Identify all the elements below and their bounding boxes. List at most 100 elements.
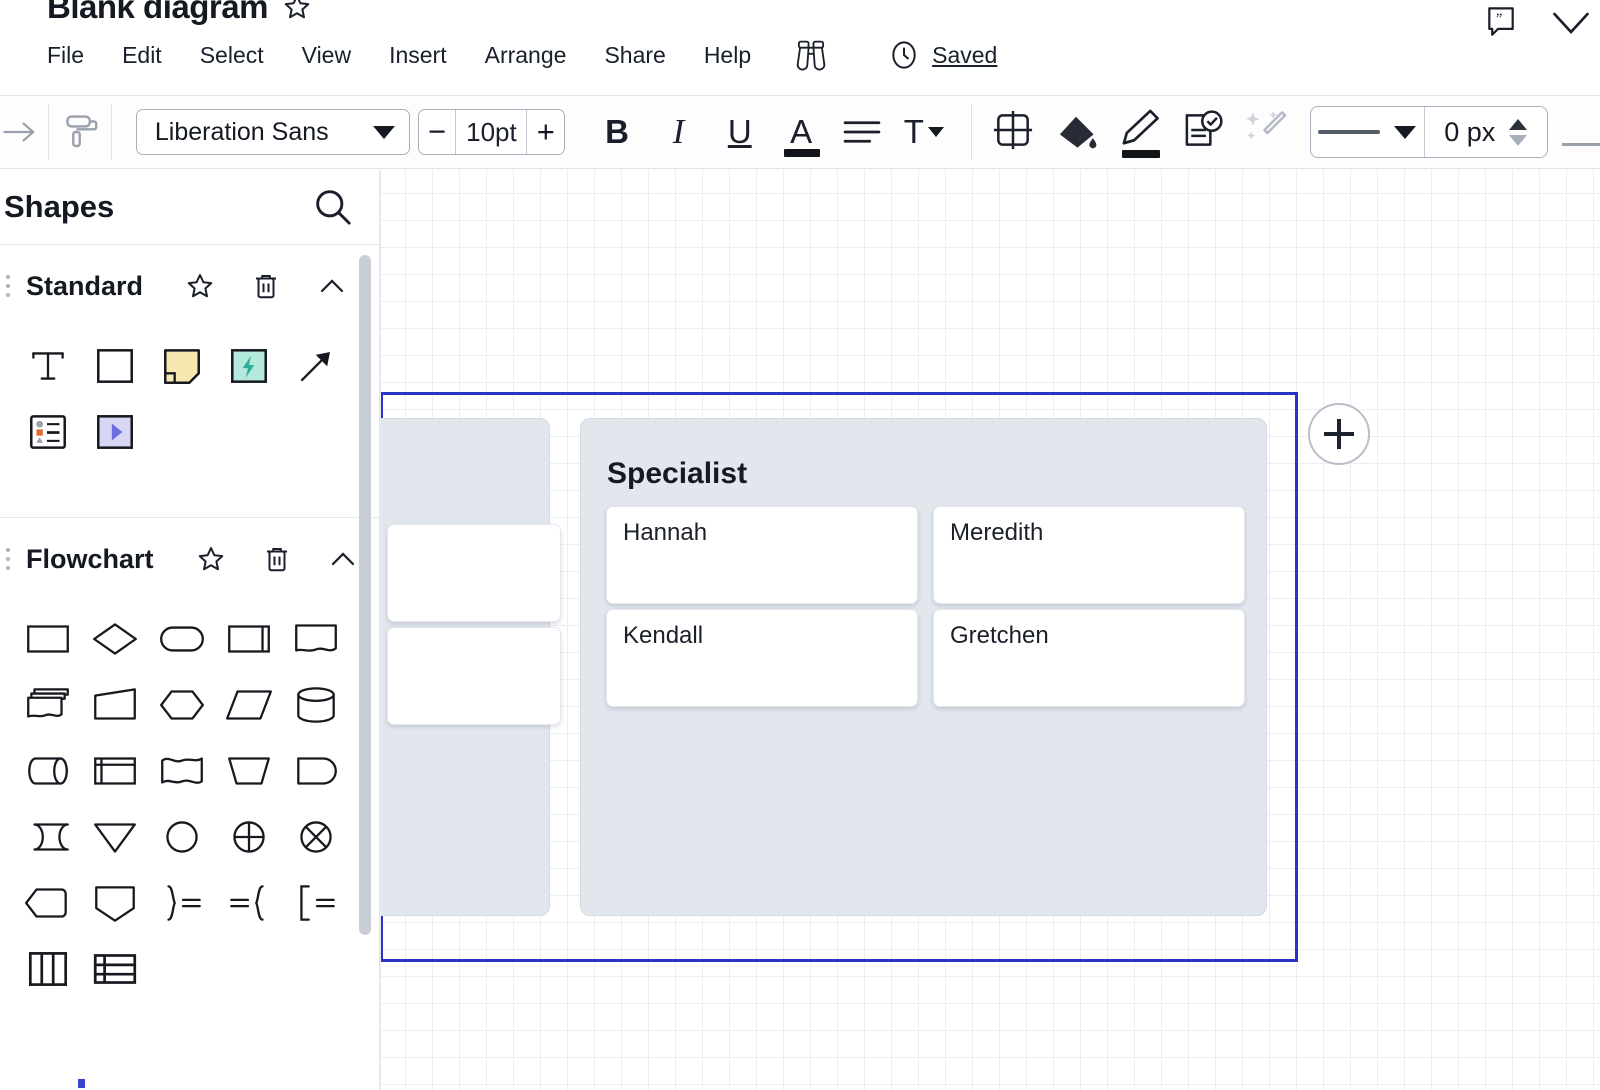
shape-process-rectangle[interactable]	[14, 606, 81, 672]
trash-icon[interactable]	[262, 544, 292, 574]
shape-lightning-card-shape[interactable]	[215, 333, 282, 399]
shape-display-shape[interactable]	[282, 738, 349, 804]
font-family-value: Liberation Sans	[154, 117, 329, 146]
text-options-button[interactable]: T	[893, 104, 954, 160]
card[interactable]: Meredith	[933, 506, 1245, 604]
menu-item-insert[interactable]: Insert	[370, 42, 466, 69]
menu-item-help[interactable]: Help	[685, 42, 770, 69]
shape-manual-operation-trapezoid[interactable]	[215, 738, 282, 804]
shape-rectangle-shape[interactable]	[81, 333, 148, 399]
card[interactable]: Kendall	[606, 609, 918, 707]
section-header-standard[interactable]: Standard	[0, 245, 379, 327]
add-container-button[interactable]	[1308, 403, 1370, 465]
text-color-label: A	[790, 113, 813, 150]
star-outline-icon[interactable]	[196, 544, 226, 574]
comment-quote-icon[interactable]: ”	[1482, 4, 1520, 42]
top-right-controls: ”	[1482, 4, 1600, 42]
panel-scrollbar-thumb[interactable]	[359, 255, 371, 935]
group-container-left[interactable]	[380, 418, 561, 916]
card[interactable]: Gretchen	[933, 609, 1245, 707]
shape-summing-junction[interactable]	[215, 804, 282, 870]
trash-icon[interactable]	[251, 271, 281, 301]
menu-item-select[interactable]: Select	[181, 42, 283, 69]
shape-right-brace-shape[interactable]	[148, 870, 215, 936]
chevron-up-icon[interactable]	[317, 271, 347, 301]
bold-button[interactable]: B	[586, 104, 647, 160]
menu-item-file[interactable]: File	[47, 42, 103, 69]
triangle-up-icon[interactable]	[1509, 118, 1528, 130]
toolbar-divider	[110, 104, 112, 160]
menu-item-edit[interactable]: Edit	[103, 42, 181, 69]
font-size-increase-button[interactable]: +	[527, 110, 564, 154]
shape-extract-pentagon[interactable]	[81, 870, 148, 936]
card[interactable]: Hannah	[606, 506, 918, 604]
group-container-specialist[interactable]: Specialist Hannah Meredith Kendall Gretc…	[580, 418, 1267, 916]
shape-predefined-process[interactable]	[215, 606, 282, 672]
shape-internal-storage[interactable]	[81, 738, 148, 804]
shape-play-card-shape[interactable]	[81, 399, 148, 465]
shape-terminator-rounded[interactable]	[148, 606, 215, 672]
shape-stored-data-shape[interactable]	[14, 804, 81, 870]
shape-text-shape[interactable]	[14, 333, 81, 399]
line-style-select[interactable]	[1311, 107, 1424, 157]
chevron-up-icon[interactable]	[328, 544, 358, 574]
card[interactable]	[387, 627, 561, 725]
section-header-flowchart[interactable]: Flowchart	[0, 518, 379, 600]
shape-or-circle[interactable]	[282, 804, 349, 870]
search-icon[interactable]	[312, 186, 354, 228]
shape-data-parallelogram[interactable]	[215, 672, 282, 738]
text-color-button[interactable]: A	[770, 104, 831, 160]
paint-roller-icon[interactable]	[59, 111, 101, 153]
menu-item-view[interactable]: View	[283, 42, 370, 69]
shape-arrow-line-shape[interactable]	[282, 333, 349, 399]
line-color-button[interactable]	[1108, 103, 1171, 161]
shape-manual-input-shape[interactable]	[81, 672, 148, 738]
shape-left-bracket-shape[interactable]	[282, 870, 349, 936]
font-family-select[interactable]: Liberation Sans	[135, 109, 410, 155]
shape-direct-access-storage[interactable]	[14, 738, 81, 804]
note-check-icon	[1181, 108, 1225, 157]
chevron-down-icon[interactable]	[1550, 6, 1592, 40]
shape-preparation-hexagon[interactable]	[148, 672, 215, 738]
menu-item-share[interactable]: Share	[585, 42, 684, 69]
binoculars-icon[interactable]	[792, 38, 830, 72]
shape-table-rows-shape[interactable]	[81, 936, 148, 1002]
triangle-down-icon[interactable]	[1509, 134, 1528, 146]
fill-color-button[interactable]	[1045, 103, 1108, 161]
shape-left-brace-shape[interactable]	[215, 870, 282, 936]
font-size-input[interactable]: 10pt	[455, 110, 528, 154]
shape-sticky-note-shape[interactable]	[148, 333, 215, 399]
star-outline-icon[interactable]	[282, 0, 312, 22]
shape-document-shape[interactable]	[282, 606, 349, 672]
toolbar-divider	[970, 104, 972, 160]
arrow-right-icon[interactable]	[2, 117, 38, 147]
line-width-input[interactable]: 0 px	[1423, 107, 1547, 157]
underline-button[interactable]: U	[709, 104, 770, 160]
save-status-button[interactable]: Saved	[888, 39, 997, 71]
star-outline-icon[interactable]	[185, 271, 215, 301]
menu-item-arrange[interactable]: Arrange	[466, 42, 586, 69]
italic-button[interactable]: I	[648, 104, 709, 160]
shape-table-columns-shape[interactable]	[14, 936, 81, 1002]
position-crosshair-icon	[991, 108, 1035, 157]
shape-multi-document-shape[interactable]	[14, 672, 81, 738]
shape-list-card-shape[interactable]	[14, 399, 81, 465]
font-size-decrease-button[interactable]: −	[419, 110, 456, 154]
shape-delay-hexagon[interactable]	[14, 870, 81, 936]
shape-paper-tape[interactable]	[148, 738, 215, 804]
notes-button[interactable]	[1171, 103, 1234, 161]
drag-handle-icon[interactable]	[6, 548, 16, 570]
shape-merge-triangle[interactable]	[81, 804, 148, 870]
align-button[interactable]	[832, 104, 893, 160]
shape-connector-circle[interactable]	[148, 804, 215, 870]
diagram-canvas[interactable]: Specialist Hannah Meredith Kendall Gretc…	[380, 170, 1600, 1090]
card[interactable]	[387, 524, 561, 622]
line-width-spinner[interactable]	[1509, 118, 1528, 146]
group-title: Specialist	[607, 457, 748, 490]
shape-database-cylinder[interactable]	[282, 672, 349, 738]
shape-grid-standard	[0, 327, 350, 475]
position-button[interactable]	[981, 103, 1044, 161]
shape-decision-diamond[interactable]	[81, 606, 148, 672]
drag-handle-icon[interactable]	[6, 275, 16, 297]
magic-button[interactable]	[1235, 103, 1298, 161]
